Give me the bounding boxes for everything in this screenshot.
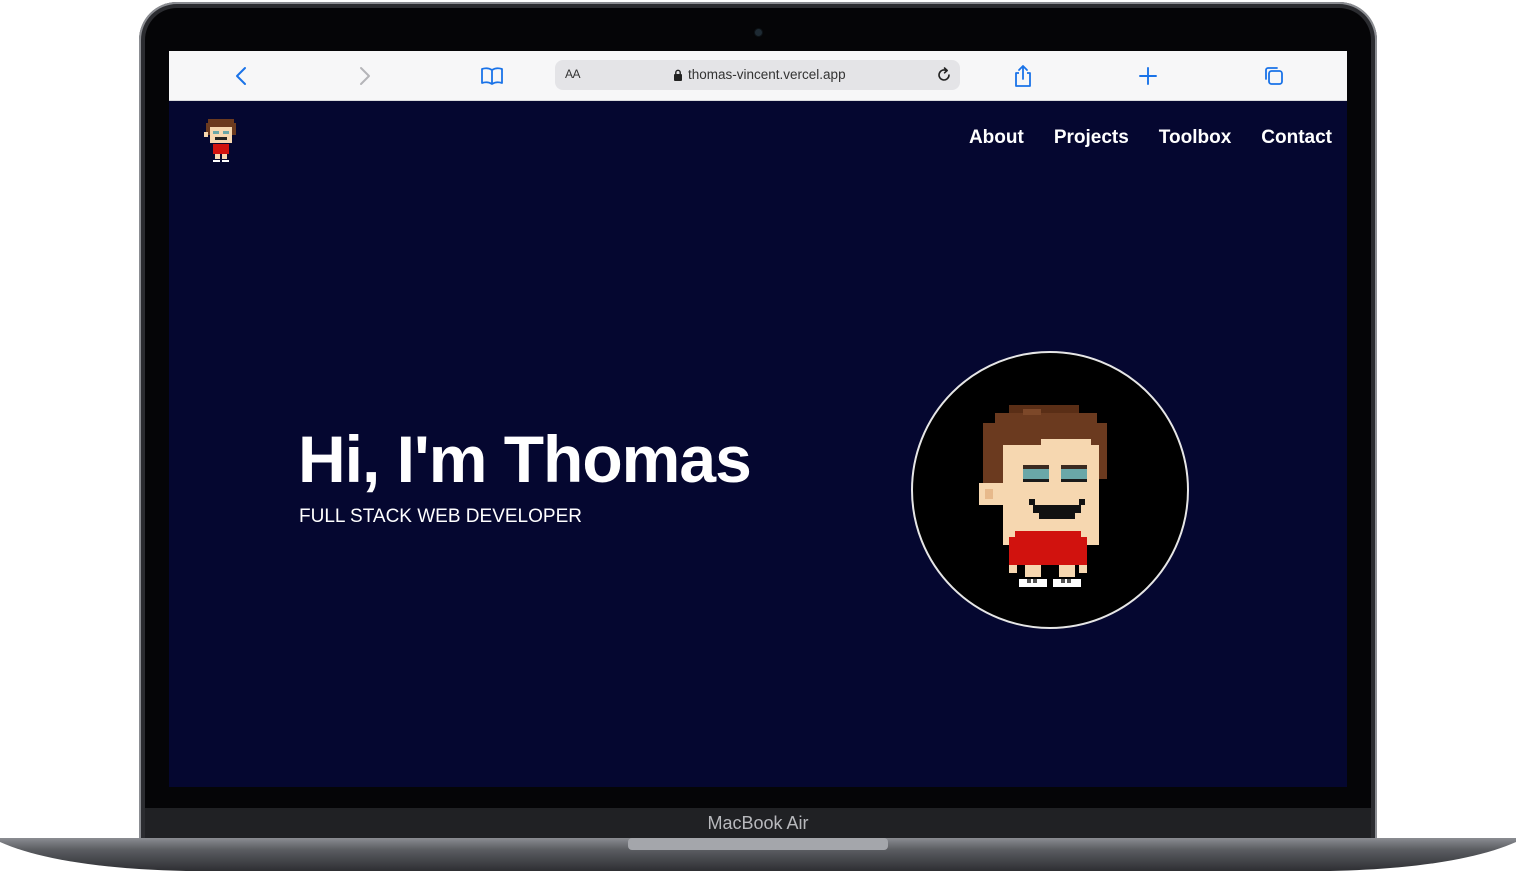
device-label: MacBook Air: [707, 812, 809, 833]
lock-icon: [674, 69, 682, 81]
pixel-avatar-image: [979, 405, 1107, 587]
nav-link-projects[interactable]: Projects: [1054, 127, 1129, 149]
tabs-icon[interactable]: [1261, 63, 1287, 89]
plus-icon[interactable]: [1135, 63, 1161, 89]
main-nav: About Projects Toolbox Contact: [969, 127, 1332, 149]
url-text: thomas-vincent.vercel.app: [688, 67, 846, 82]
site-logo[interactable]: [202, 117, 240, 165]
nav-link-about[interactable]: About: [969, 127, 1024, 149]
browser-toolbar: AA thomas-vincent.vercel.app: [169, 51, 1347, 101]
camera: [755, 29, 762, 36]
nav-link-toolbox[interactable]: Toolbox: [1159, 127, 1231, 149]
hero-avatar: [911, 351, 1189, 629]
share-icon[interactable]: [1010, 63, 1036, 89]
browser-window: AA thomas-vincent.vercel.app About Proje…: [169, 51, 1347, 787]
address-bar[interactable]: AA thomas-vincent.vercel.app: [555, 60, 960, 90]
chevron-left-icon[interactable]: [228, 63, 254, 89]
book-icon[interactable]: [479, 63, 505, 89]
chevron-right-icon[interactable]: [352, 63, 378, 89]
hero-subtitle: FULL STACK WEB DEVELOPER: [299, 506, 582, 527]
avatar-logo-icon: [204, 119, 236, 162]
text-size-button[interactable]: AA: [565, 67, 581, 81]
laptop-base: [0, 838, 1516, 871]
nav-link-contact[interactable]: Contact: [1261, 127, 1332, 149]
hero-title: Hi, I'm Thomas: [298, 422, 752, 496]
reload-icon[interactable]: [934, 65, 954, 85]
laptop-chin: MacBook Air: [145, 808, 1371, 838]
